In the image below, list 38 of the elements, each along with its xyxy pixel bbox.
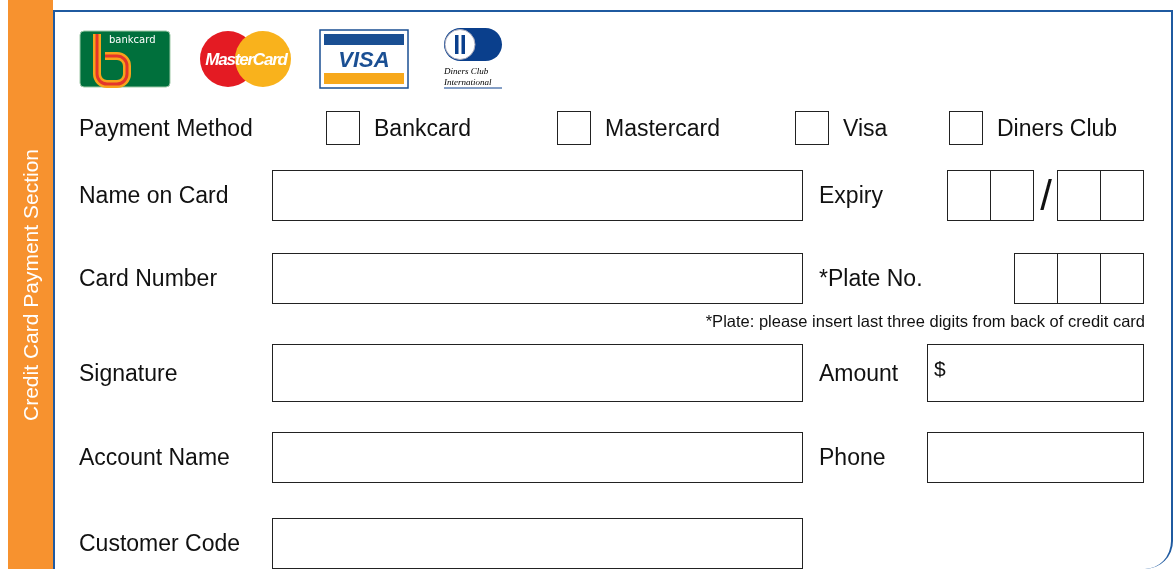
amount-field[interactable]: $ bbox=[927, 343, 1144, 402]
field-label: Payment Method bbox=[79, 113, 254, 143]
field-label: Signature bbox=[79, 358, 179, 388]
input-field[interactable] bbox=[272, 343, 803, 402]
checkbox[interactable] bbox=[795, 111, 829, 145]
note-text: *Plate: please insert last three digits from back of credit card bbox=[704, 311, 1145, 332]
input-field[interactable] bbox=[272, 253, 803, 304]
input-field[interactable] bbox=[927, 431, 1144, 483]
field-label: Account Name bbox=[79, 443, 231, 472]
digit-box[interactable] bbox=[947, 170, 992, 221]
checkbox[interactable] bbox=[949, 111, 983, 145]
bankcard-logo: bankcard bbox=[79, 30, 171, 88]
digit-box[interactable] bbox=[1100, 253, 1144, 304]
digit-box[interactable] bbox=[1057, 170, 1101, 221]
checkbox[interactable] bbox=[557, 111, 591, 145]
separator-text: / bbox=[1040, 174, 1052, 217]
field-label: Card Number bbox=[79, 264, 219, 294]
field-label: Name on Card bbox=[79, 181, 230, 211]
option-label: Mastercard bbox=[605, 113, 721, 143]
digit-box[interactable] bbox=[1057, 253, 1101, 304]
field-label: Expiry bbox=[819, 181, 883, 211]
visa-logo: VISA bbox=[319, 29, 409, 89]
diners-club-logo: Diners Club International bbox=[442, 27, 504, 91]
input-field[interactable] bbox=[272, 431, 803, 483]
field-label: Phone bbox=[819, 443, 886, 472]
checkbox[interactable] bbox=[326, 111, 360, 145]
digit-box[interactable] bbox=[1014, 253, 1058, 304]
field-label: *Plate No. bbox=[819, 264, 923, 294]
input-field[interactable] bbox=[272, 517, 803, 569]
option-label: Diners Club bbox=[997, 113, 1118, 143]
field-label: Amount bbox=[819, 358, 899, 388]
field-label: Customer Code bbox=[79, 529, 242, 558]
digit-box[interactable] bbox=[1100, 170, 1144, 221]
section-title: Credit Card Payment Section bbox=[17, 148, 43, 421]
input-field[interactable] bbox=[272, 170, 803, 221]
option-label: Visa bbox=[843, 113, 888, 143]
option-label: Bankcard bbox=[374, 113, 472, 143]
digit-box[interactable] bbox=[990, 170, 1035, 221]
